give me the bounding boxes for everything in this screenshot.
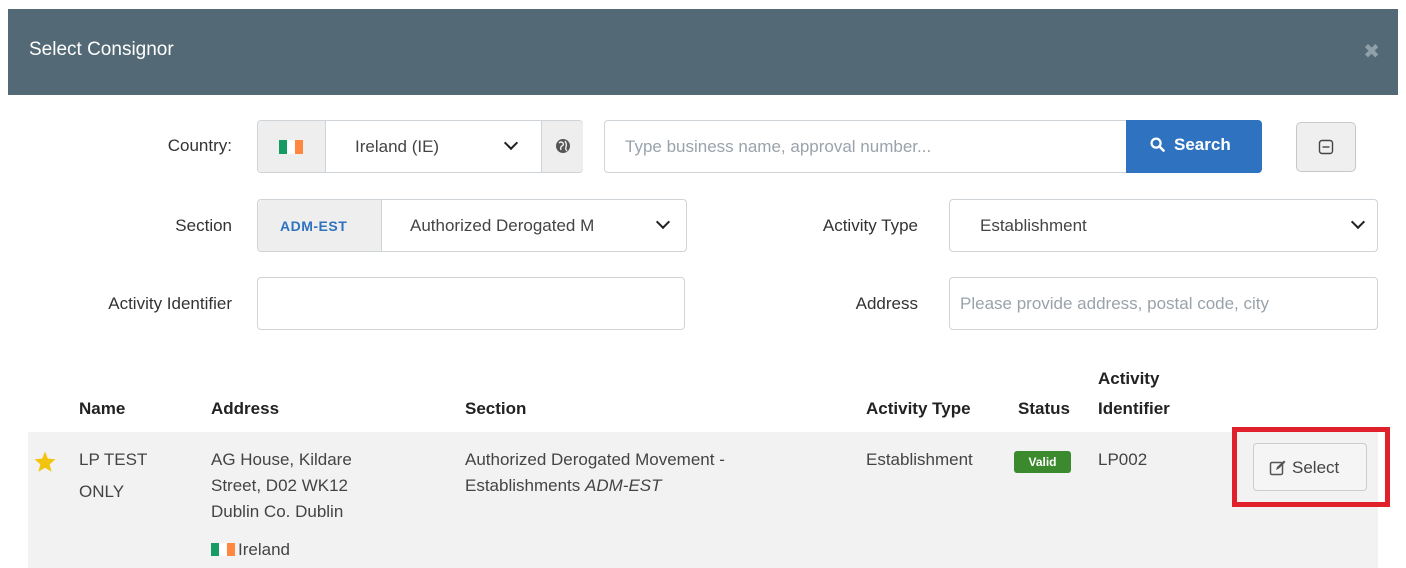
section-select[interactable]: ADM-EST Authorized Derogated M — [257, 199, 687, 252]
row-address-line2: Street, D02 WK12 — [211, 476, 349, 495]
header-activity-type: Activity Type — [866, 399, 971, 418]
address-input[interactable]: Please provide address, postal code, cit… — [949, 277, 1378, 330]
row-activity-identifier: LP002 — [1098, 450, 1148, 469]
row-section-name: Establishments — [465, 476, 585, 495]
edit-icon — [1269, 460, 1286, 476]
activity-type-select[interactable]: Establishment — [949, 199, 1378, 252]
section-value: Authorized Derogated M — [410, 216, 595, 235]
activity-identifier-input[interactable] — [257, 277, 685, 330]
activity-type-label: Activity Type — [822, 216, 918, 235]
row-name-line1: LP TEST — [79, 450, 148, 469]
top-strip — [0, 0, 1406, 9]
collapse-filters-button[interactable] — [1296, 122, 1356, 172]
row-address-line3: Dublin Co. Dublin — [211, 502, 344, 521]
country-value: Ireland (IE) — [355, 137, 440, 156]
activity-identifier-label: Activity Identifier — [108, 294, 232, 313]
address-placeholder: Please provide address, postal code, cit… — [960, 294, 1270, 313]
row-name-line2: ONLY — [79, 482, 125, 501]
section-code-addon: ADM-EST — [258, 200, 382, 251]
modal-header: Select Consignor ✖ — [8, 9, 1398, 95]
modal-title: Select Consignor — [29, 39, 174, 60]
header-activity-identifier-line2: Identifier — [1098, 399, 1170, 418]
status-badge: Valid — [1014, 451, 1071, 473]
row-section-line1: Authorized Derogated Movement - — [465, 450, 725, 469]
chevron-down-icon — [503, 135, 519, 151]
country-label: Country: — [167, 136, 232, 155]
chevron-down-icon — [1350, 214, 1366, 230]
section-code: ADM-EST — [280, 218, 348, 234]
row-address-line1: AG House, Kildare — [211, 450, 352, 469]
row-address-country: Ireland — [211, 538, 290, 562]
search-button[interactable]: Search — [1126, 120, 1262, 173]
star-icon[interactable] — [33, 450, 57, 474]
row-country-name: Ireland — [238, 540, 290, 559]
header-address: Address — [211, 399, 280, 418]
section-label: Section — [175, 216, 232, 235]
search-input[interactable]: Type business name, approval number... — [604, 120, 1128, 173]
activity-type-value: Establishment — [980, 216, 1087, 235]
header-section: Section — [465, 399, 527, 418]
ireland-flag-icon — [279, 140, 303, 154]
address-label: Address — [855, 294, 918, 313]
select-button-label: Select — [1292, 458, 1340, 477]
header-status: Status — [1018, 399, 1070, 418]
select-button[interactable]: Select — [1253, 443, 1367, 491]
row-section-line2: Establishments ADM-EST — [465, 474, 662, 498]
country-flag-addon — [258, 121, 326, 172]
header-name: Name — [79, 399, 126, 418]
globe-addon[interactable] — [541, 121, 583, 172]
close-icon[interactable]: ✖ — [1363, 39, 1380, 64]
search-placeholder: Type business name, approval number... — [625, 137, 932, 156]
search-button-label: Search — [1174, 135, 1231, 154]
globe-icon — [556, 139, 570, 153]
header-activity-identifier-line1: Activity — [1098, 369, 1160, 388]
row-section-code: ADM-EST — [585, 476, 662, 495]
ireland-flag-icon — [211, 543, 235, 556]
country-select[interactable]: Ireland (IE) — [257, 120, 583, 173]
search-icon — [1150, 137, 1165, 152]
chevron-down-icon — [655, 214, 671, 230]
minus-square-icon — [1318, 139, 1334, 155]
row-activity-type: Establishment — [866, 450, 973, 469]
